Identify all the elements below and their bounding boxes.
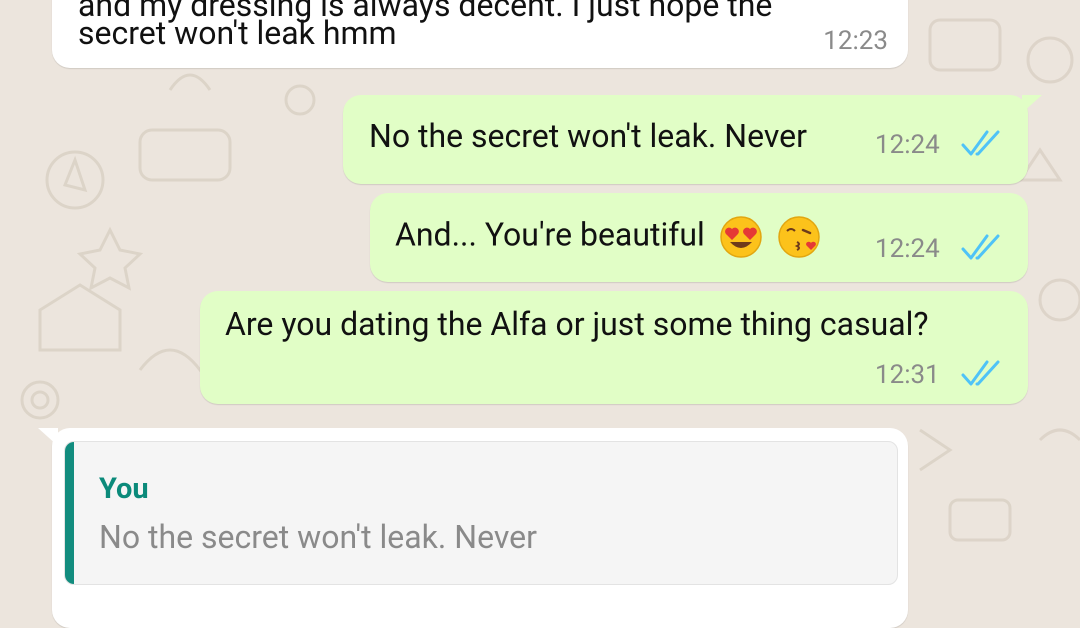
outgoing-message-bubble[interactable]: And... You're beautiful 12:24 [370, 193, 1028, 282]
message-text-content: And... You're beautiful [395, 215, 705, 254]
incoming-reply-message-bubble[interactable]: You No the secret won't leak. Never [38, 428, 908, 628]
message-text: Are you dating the Alfa or just some thi… [225, 305, 929, 343]
double-check-read-icon [961, 360, 1000, 386]
message-text: secret won't leak hmm [78, 14, 397, 52]
double-check-read-icon [961, 130, 1000, 156]
quoted-message[interactable]: You No the secret won't leak. Never [64, 441, 898, 585]
message-timestamp: 12:23 [823, 26, 888, 56]
double-check-read-icon [961, 234, 1000, 260]
message-text: No the secret won't leak. Never [369, 117, 807, 155]
message-timestamp: 12:31 [875, 360, 940, 390]
outgoing-message-bubble[interactable]: Are you dating the Alfa or just some thi… [200, 291, 1028, 404]
heart-eyes-emoji [719, 216, 762, 258]
message-timestamp: 12:24 [875, 130, 940, 160]
message-text: And... You're beautiful [395, 215, 821, 259]
quoted-message-sender: You [99, 472, 149, 506]
message-timestamp: 12:24 [875, 234, 940, 264]
quoted-message-text: No the secret won't leak. Never [99, 518, 537, 556]
kissing-heart-emoji [777, 216, 820, 258]
quote-accent-bar [65, 442, 74, 584]
outgoing-message-bubble[interactable]: No the secret won't leak. Never 12:24 [343, 95, 1042, 184]
incoming-message-bubble[interactable]: and my dressing is always decent. I just… [52, 0, 908, 68]
